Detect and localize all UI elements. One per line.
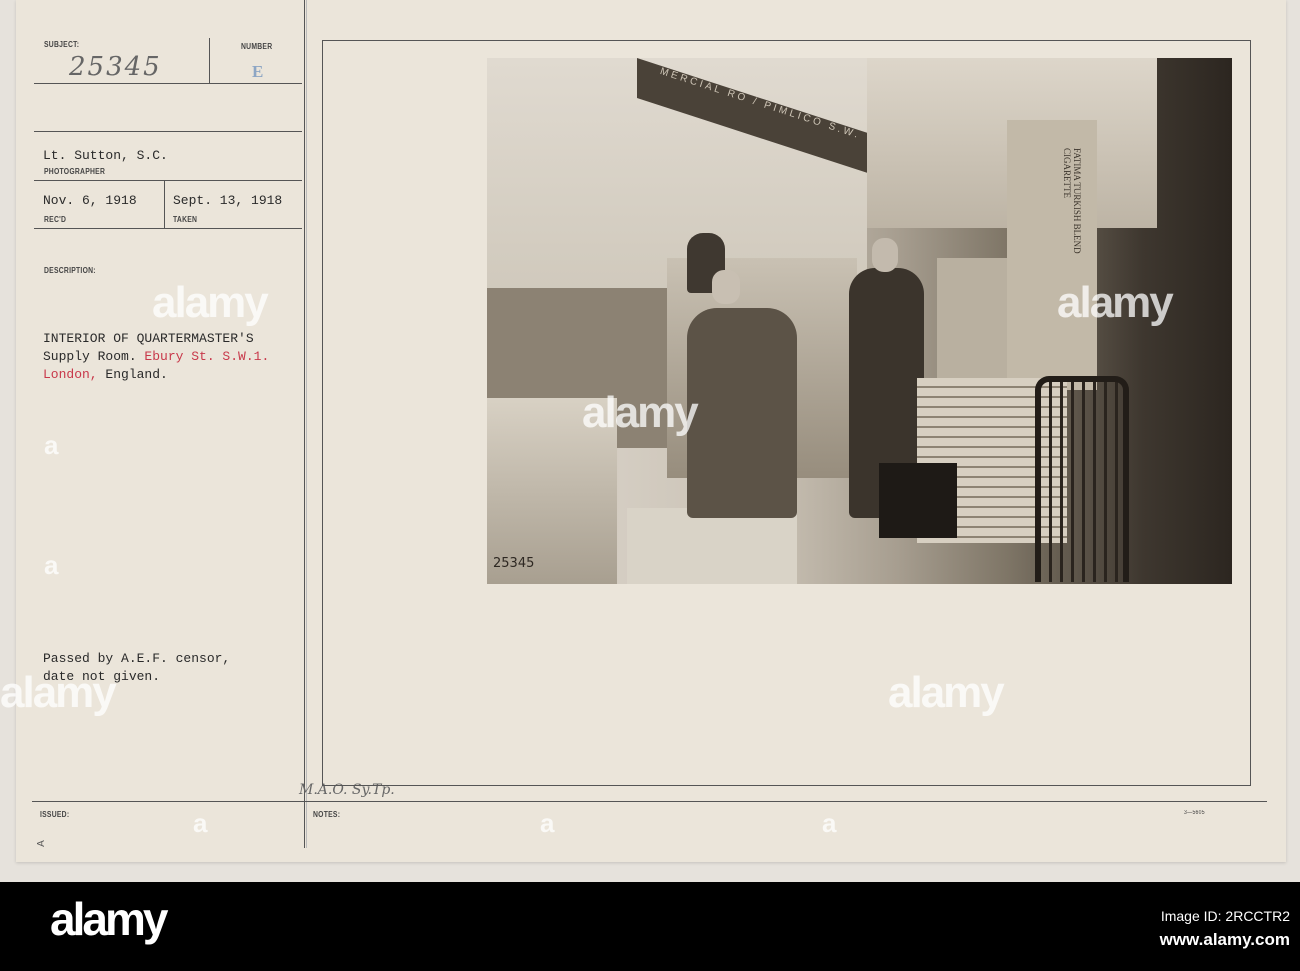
photograph-supply-room: MERCIAL RO / PIMLICO S.W. FATIMA TURKISH…: [487, 58, 1232, 584]
crate-text: FATIMA TURKISH BLEND CIGARETTE: [1062, 148, 1082, 254]
taken-label: TAKEN: [173, 215, 198, 224]
image-id: Image ID: 2RCCTR2: [1160, 908, 1290, 924]
subject-number: 25345: [69, 52, 162, 82]
divider: [164, 180, 165, 228]
black-box: [879, 463, 957, 538]
divider: [34, 131, 302, 132]
watermark-small: a: [822, 808, 837, 838]
divider: [34, 83, 302, 84]
corner-mark: A: [35, 840, 47, 847]
description-line-1: INTERIOR OF QUARTERMASTER'S: [43, 331, 254, 346]
column-divider: [304, 0, 305, 848]
divider: [34, 180, 302, 181]
description-city: London,: [43, 367, 98, 382]
divider: [209, 38, 210, 83]
bottom-rule: [32, 801, 1267, 802]
description-location: Ebury St. S.W.1.: [144, 349, 270, 364]
watermark: alamy: [888, 668, 1005, 717]
received-label: REC'D: [44, 215, 67, 224]
divider: [34, 228, 302, 229]
form-number: 3—5605: [1184, 810, 1205, 816]
watermark: alamy: [0, 668, 117, 717]
subject-label: SUBJECT:: [44, 40, 80, 49]
taken-date: Sept. 13, 1918: [173, 193, 283, 208]
watermark: alamy: [1057, 278, 1174, 327]
watermark: alamy: [152, 278, 269, 327]
cigarette-crate: [937, 258, 1007, 388]
received-date: Nov. 6, 1918: [43, 193, 137, 208]
number-stamp: E: [252, 62, 264, 81]
wooden-chair: [1035, 376, 1129, 582]
soldier-seated: [687, 308, 797, 518]
negative-number: 25345: [493, 556, 535, 571]
photographer-name: Lt. Sutton, S.C.: [43, 148, 168, 163]
watermark-small: a: [44, 550, 59, 580]
description-country: England.: [97, 367, 168, 382]
watermark-small: a: [193, 808, 208, 838]
watermark-small: a: [44, 430, 59, 460]
notes-label: NOTES:: [313, 810, 341, 819]
description-label: DESCRIPTION:: [44, 266, 96, 275]
number-label: NUMBER: [241, 42, 273, 51]
soldier-face: [712, 270, 740, 304]
watermark: alamy: [582, 388, 699, 437]
issued-label: ISSUED:: [40, 810, 70, 819]
censor-line-1: Passed by A.E.F. censor,: [43, 651, 231, 666]
column-divider-shadow: [306, 0, 307, 848]
photographer-label: PHOTOGRAPHER: [44, 167, 106, 176]
soldier-face: [872, 238, 898, 272]
stock-footer-bar: alamy Image ID: 2RCCTR2 www.alamy.com: [0, 882, 1300, 971]
paper-stack: [627, 508, 797, 584]
watermark-small: a: [540, 808, 555, 838]
description-text: INTERIOR OF QUARTERMASTER'S Supply Room.…: [43, 330, 269, 384]
alamy-logo: alamy: [50, 893, 168, 945]
description-line-2: Supply Room.: [43, 349, 145, 364]
alamy-url[interactable]: www.alamy.com: [1160, 930, 1290, 950]
